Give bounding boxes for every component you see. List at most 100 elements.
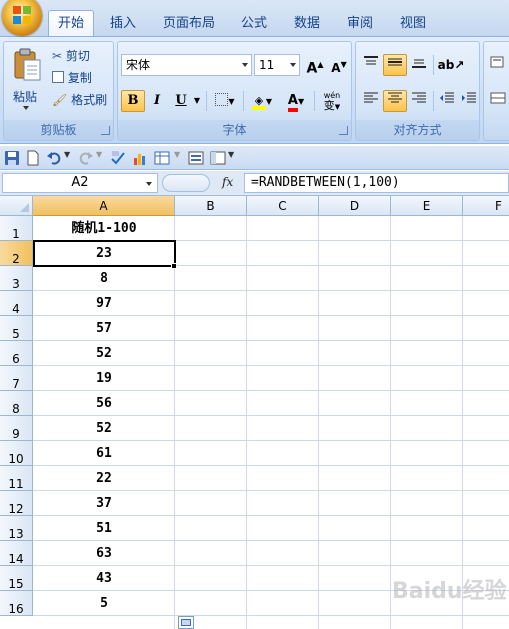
row-header-5[interactable]: 5	[0, 316, 33, 341]
cell-a8[interactable]: 56	[33, 391, 175, 416]
row-header-12[interactable]: 12	[0, 491, 33, 516]
formula-expand-handle[interactable]	[162, 174, 210, 192]
row-header-7[interactable]: 7	[0, 366, 33, 391]
tab-insert[interactable]: 插入	[100, 11, 146, 36]
font-color-button[interactable]: A▼	[280, 90, 312, 112]
phonetic-guide-button[interactable]: wén 变▼	[316, 90, 348, 112]
auto-fill-options-button[interactable]	[178, 616, 194, 629]
insert-function-icon[interactable]: fx	[222, 175, 233, 189]
name-box[interactable]: A2	[2, 173, 158, 193]
column-header-f[interactable]: F	[463, 196, 509, 216]
align-right-button[interactable]	[407, 90, 431, 112]
orientation-button[interactable]: ab↗	[436, 54, 466, 76]
table-dropdown-icon[interactable]: ▼	[174, 150, 180, 159]
wrap-text-icon[interactable]	[486, 54, 509, 76]
column-header-e[interactable]: E	[391, 196, 463, 216]
header-cell-a1[interactable]: 随机1-100	[33, 216, 175, 241]
font-name-value: 宋体	[126, 58, 151, 72]
row-header-3[interactable]: 3	[0, 266, 33, 291]
row-header-16[interactable]: 16	[0, 591, 33, 616]
fill-handle[interactable]	[171, 263, 177, 269]
fill-color-button[interactable]: ◈ ▼	[246, 90, 278, 112]
separator	[243, 91, 244, 111]
cell-a5[interactable]: 57	[33, 316, 175, 341]
align-left-button[interactable]	[359, 90, 383, 112]
column-header-d[interactable]: D	[319, 196, 391, 216]
italic-button[interactable]: I	[145, 90, 169, 112]
align-middle-icon	[388, 58, 402, 66]
copy-button[interactable]: 复制	[52, 68, 112, 88]
cell-a4[interactable]: 97	[33, 291, 175, 316]
cut-button[interactable]: ✂ 剪切	[52, 46, 112, 66]
formula-bar: A2 fx =RANDBETWEEN(1,100)	[0, 171, 509, 196]
redo-icon[interactable]	[78, 150, 94, 166]
row-header-15[interactable]: 15	[0, 566, 33, 591]
font-name-select[interactable]: 宋体	[121, 54, 252, 76]
cell-a11[interactable]: 22	[33, 466, 175, 491]
formula-input[interactable]: =RANDBETWEEN(1,100)	[244, 173, 509, 193]
align-bottom-icon	[412, 59, 426, 68]
clipboard-dialog-launcher-icon[interactable]	[101, 126, 110, 135]
chart-icon[interactable]	[132, 150, 148, 166]
grow-font-button[interactable]: A▲	[303, 54, 327, 77]
cell-a3[interactable]: 8	[33, 266, 175, 291]
form-icon[interactable]	[188, 150, 204, 166]
spelling-icon[interactable]	[110, 150, 126, 166]
undo-icon[interactable]	[46, 150, 62, 166]
column-header-a[interactable]: A	[33, 196, 175, 216]
font-dialog-launcher-icon[interactable]	[339, 126, 348, 135]
cell-a16[interactable]: 5	[33, 591, 175, 616]
tab-page-layout[interactable]: 页面布局	[158, 11, 220, 36]
pivot-icon[interactable]	[210, 150, 226, 166]
tab-view[interactable]: 视图	[390, 11, 436, 36]
align-middle-button[interactable]	[383, 54, 407, 76]
column-header-b[interactable]: B	[175, 196, 247, 216]
underline-button[interactable]: U	[169, 90, 193, 112]
table-icon[interactable]	[154, 150, 170, 166]
row-header-4[interactable]: 4	[0, 291, 33, 316]
tab-review[interactable]: 审阅	[338, 11, 382, 36]
align-top-button[interactable]	[359, 54, 383, 76]
cell-a10[interactable]: 61	[33, 441, 175, 466]
select-all-corner[interactable]	[0, 196, 33, 216]
row-header-10[interactable]: 10	[0, 441, 33, 466]
increase-indent-icon	[462, 92, 476, 103]
align-center-button[interactable]	[383, 90, 407, 112]
cell-a14[interactable]: 63	[33, 541, 175, 566]
bold-button[interactable]: B	[121, 90, 145, 112]
decrease-indent-button[interactable]	[435, 90, 459, 112]
tab-formulas[interactable]: 公式	[232, 11, 276, 36]
cell-a7[interactable]: 19	[33, 366, 175, 391]
cell-a12[interactable]: 37	[33, 491, 175, 516]
row-header-13[interactable]: 13	[0, 516, 33, 541]
row-header-14[interactable]: 14	[0, 541, 33, 566]
cell-a9[interactable]: 52	[33, 416, 175, 441]
borders-button[interactable]: ▼	[209, 90, 241, 112]
customize-qat-icon[interactable]: ▼	[228, 150, 234, 159]
row-header-6[interactable]: 6	[0, 341, 33, 366]
cell-a13[interactable]: 51	[33, 516, 175, 541]
shrink-font-button[interactable]: A▼	[327, 54, 351, 76]
row-header-2[interactable]: 2	[0, 241, 33, 266]
cell-a6[interactable]: 52	[33, 341, 175, 366]
font-size-select[interactable]: 11	[254, 54, 300, 76]
column-header-c[interactable]: C	[247, 196, 319, 216]
increase-indent-button[interactable]	[457, 90, 481, 112]
row-header-1[interactable]: 1	[0, 216, 33, 241]
redo-dropdown-icon[interactable]: ▼	[96, 150, 102, 159]
tab-data[interactable]: 数据	[284, 11, 330, 36]
row-header-11[interactable]: 11	[0, 466, 33, 491]
tab-home[interactable]: 开始	[48, 10, 94, 37]
underline-dropdown-icon[interactable]: ▼	[191, 90, 203, 112]
paste-button[interactable]: 粘贴	[9, 46, 45, 114]
new-document-icon[interactable]	[25, 150, 41, 166]
format-painter-button[interactable]: 🖌 格式刷	[52, 90, 114, 110]
row-header-9[interactable]: 9	[0, 416, 33, 441]
cell-a15[interactable]: 43	[33, 566, 175, 591]
merge-cells-icon[interactable]	[486, 90, 509, 112]
grow-font-icon: A	[306, 60, 318, 77]
undo-dropdown-icon[interactable]: ▼	[64, 150, 70, 159]
save-icon[interactable]	[4, 150, 20, 166]
align-bottom-button[interactable]	[407, 54, 431, 76]
row-header-8[interactable]: 8	[0, 391, 33, 416]
